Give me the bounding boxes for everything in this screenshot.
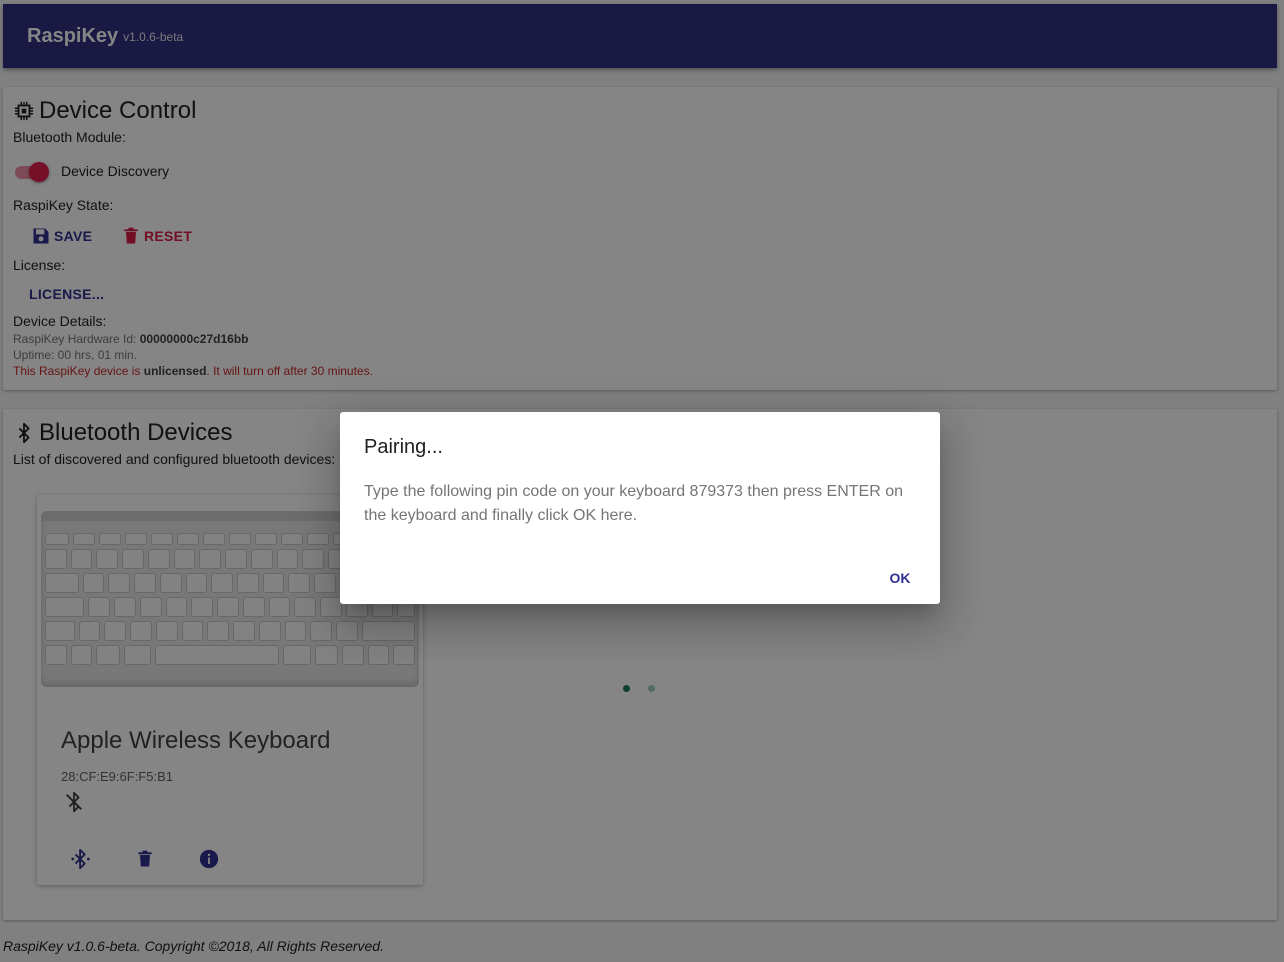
pairing-dialog: Pairing... Type the following pin code o… xyxy=(340,412,940,604)
dialog-message: Type the following pin code on your keyb… xyxy=(364,483,903,524)
ok-button[interactable]: OK xyxy=(878,566,922,590)
dialog-title: Pairing... xyxy=(364,436,443,458)
